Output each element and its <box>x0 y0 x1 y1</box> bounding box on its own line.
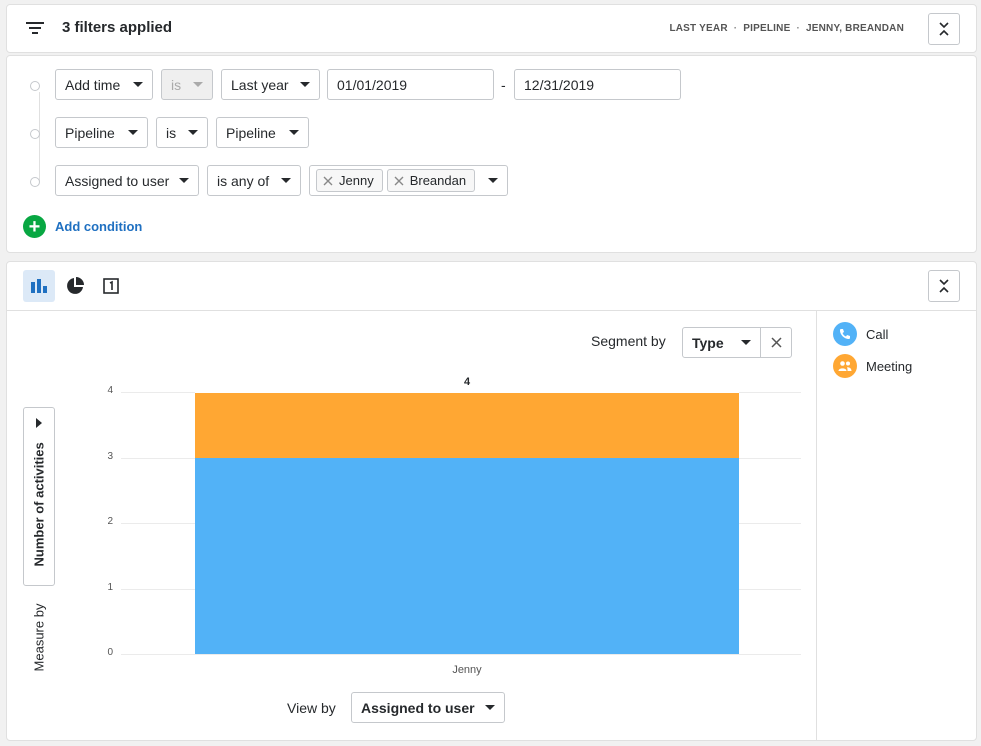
y-tick-label: 4 <box>107 385 113 396</box>
segment-by-label: Segment by <box>591 333 666 349</box>
x-tick-label: Jenny <box>452 664 482 676</box>
condition-2-value-select[interactable]: Pipeline <box>216 117 309 148</box>
condition-2-operator-value: is <box>166 124 177 141</box>
chevron-down-icon <box>741 340 751 345</box>
remove-chip-icon[interactable] <box>323 176 333 186</box>
filter-icon[interactable] <box>25 20 45 39</box>
y-tick-label: 3 <box>107 451 113 462</box>
close-icon <box>770 337 782 348</box>
chevron-down-icon <box>128 130 138 135</box>
chevron-down-icon <box>133 82 143 87</box>
chart-plot-area: 0 1 2 3 4 4 Jenny <box>93 376 801 676</box>
collapse-chart-button[interactable] <box>928 270 960 302</box>
people-icon <box>833 354 857 378</box>
segment-by-value: Type <box>692 334 724 351</box>
chevron-right-icon <box>36 418 42 428</box>
user-chip-label: Breandan <box>409 173 467 188</box>
condition-3-operator-value: is any of <box>217 172 270 189</box>
chevron-down-icon <box>179 178 189 183</box>
filters-title: 3 filters applied <box>62 19 173 36</box>
legend-label: Meeting <box>866 358 913 374</box>
y-tick-label: 1 <box>107 582 113 593</box>
gridline <box>121 654 801 655</box>
filters-summary: LAST YEAR · PIPELINE · JENNY, BREANDAN <box>669 23 904 34</box>
summary-users: JENNY, BREANDAN <box>805 23 904 34</box>
date-range-dash: - <box>501 77 506 93</box>
measure-by-value: Number of activities <box>31 442 47 567</box>
summary-separator: · <box>796 23 800 34</box>
condition-3-field-value: Assigned to user <box>65 172 170 189</box>
condition-3-operator-select[interactable]: is any of <box>207 165 301 196</box>
phone-icon <box>833 322 857 346</box>
filter-conditions-panel: Add time is Last year 01/01/2019 - 12/31… <box>6 55 977 253</box>
from-date-value: 01/01/2019 <box>337 76 408 93</box>
condition-bullet <box>30 177 40 187</box>
pie-chart-icon <box>67 277 84 294</box>
bar-segment-meeting[interactable] <box>195 392 739 458</box>
measure-by-select[interactable]: Number of activities <box>23 407 55 586</box>
filters-header-bar: 3 filters applied LAST YEAR · PIPELINE ·… <box>6 4 977 53</box>
condition-2-field-select[interactable]: Pipeline <box>55 117 148 148</box>
scorecard-icon <box>103 278 119 294</box>
condition-3-users-multiselect[interactable]: Jenny Breandan <box>309 165 508 196</box>
bar-total-label: 4 <box>463 376 471 388</box>
add-condition-button[interactable]: + Add condition <box>23 215 142 238</box>
chevron-down-icon <box>289 130 299 135</box>
add-condition-label: Add condition <box>55 219 143 234</box>
chevron-down-icon <box>281 178 291 183</box>
bar-chart-icon <box>31 279 47 293</box>
remove-chip-icon[interactable] <box>394 176 404 186</box>
user-chip-jenny: Jenny <box>316 169 383 192</box>
legend-item-meeting[interactable]: Meeting <box>833 354 912 378</box>
condition-1-to-date-input[interactable]: 12/31/2019 <box>514 69 681 100</box>
legend-divider <box>816 310 817 740</box>
condition-1-from-date-input[interactable]: 01/01/2019 <box>327 69 494 100</box>
bar-chart-view-button[interactable] <box>23 270 55 302</box>
condition-1-field-select[interactable]: Add time <box>55 69 153 100</box>
condition-bullet <box>30 129 40 139</box>
segment-by-select[interactable]: Type <box>682 327 761 358</box>
view-by-value: Assigned to user <box>361 699 475 716</box>
collapse-icon <box>939 279 949 293</box>
condition-2-field-value: Pipeline <box>65 124 115 141</box>
chevron-down-icon <box>300 82 310 87</box>
condition-1-field-value: Add time <box>65 76 121 93</box>
plus-icon: + <box>23 215 46 238</box>
condition-3-field-select[interactable]: Assigned to user <box>55 165 199 196</box>
bar-segment-call[interactable] <box>195 457 739 654</box>
chevron-down-icon <box>485 705 495 710</box>
pie-chart-view-button[interactable] <box>59 270 91 302</box>
condition-1-operator-value: is <box>171 76 182 93</box>
collapse-filters-button[interactable] <box>928 13 960 45</box>
legend-item-call[interactable]: Call <box>833 322 888 346</box>
toolbar-divider <box>7 310 976 311</box>
to-date-value: 12/31/2019 <box>524 76 595 93</box>
y-tick-label: 2 <box>107 516 113 527</box>
user-chip-breandan: Breandan <box>386 169 476 192</box>
summary-pipeline: PIPELINE <box>743 23 791 34</box>
scorecard-view-button[interactable] <box>95 270 127 302</box>
summary-time: LAST YEAR <box>669 23 728 34</box>
legend-label: Call <box>866 326 889 342</box>
user-chip-label: Jenny <box>339 173 374 188</box>
report-chart-panel: Segment by Type Number of activities Mea… <box>6 261 977 741</box>
y-tick-label: 0 <box>107 647 113 658</box>
summary-separator: · <box>733 23 738 34</box>
condition-bullet <box>30 81 40 91</box>
chevron-down-icon <box>188 130 198 135</box>
chevron-down-icon <box>193 82 203 87</box>
condition-1-operator-select: is <box>161 69 213 100</box>
condition-1-value-select[interactable]: Last year <box>221 69 320 100</box>
clear-segment-button[interactable] <box>760 327 792 358</box>
measure-by-label: Measure by <box>31 603 47 672</box>
conditions-connector-line <box>39 92 40 182</box>
condition-1-value: Last year <box>231 76 289 93</box>
chevron-down-icon <box>488 178 498 183</box>
view-by-label: View by <box>287 700 336 716</box>
condition-2-operator-select[interactable]: is <box>156 117 208 148</box>
view-by-select[interactable]: Assigned to user <box>351 692 505 723</box>
condition-2-value: Pipeline <box>226 124 276 141</box>
collapse-icon <box>939 22 949 36</box>
